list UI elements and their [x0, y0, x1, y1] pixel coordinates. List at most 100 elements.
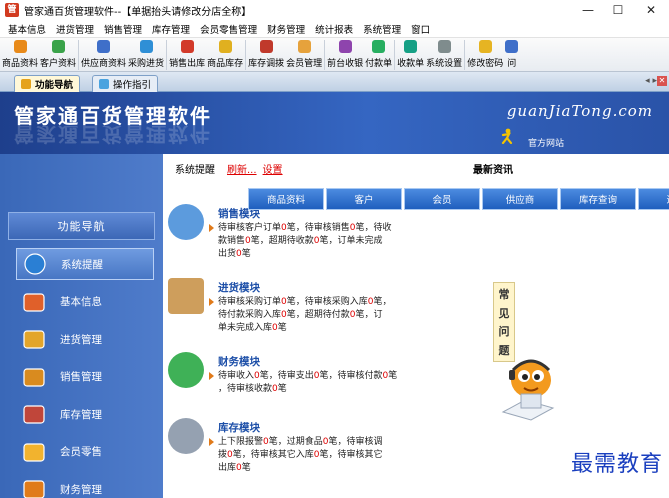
- module-text: 拨: [218, 450, 228, 460]
- faq-char: 常: [498, 288, 510, 302]
- bullet-arrow-icon: [209, 298, 214, 306]
- supplier-icon: [97, 40, 111, 53]
- menu-item[interactable]: 系统管理: [358, 22, 406, 36]
- sidebar-item[interactable]: 会员零售: [16, 436, 154, 468]
- module-text: 笔，: [373, 297, 392, 307]
- module-text: 款销售: [218, 236, 246, 246]
- toolbar-button[interactable]: 系统设置: [426, 38, 462, 69]
- news-tab[interactable]: 会员: [404, 188, 480, 210]
- toolbar-button[interactable]: 供应商资料: [81, 38, 126, 69]
- dollar-icon: [168, 352, 204, 388]
- menu-item[interactable]: 基本信息: [3, 22, 51, 36]
- toolbar-button[interactable]: 销售出库: [169, 38, 205, 69]
- toolbar-button[interactable]: 问: [505, 38, 519, 69]
- sidebar-item-label: 会员零售: [60, 446, 102, 458]
- finance-icon: [23, 480, 45, 498]
- toolbar-label: 库存调拨: [248, 59, 285, 69]
- menu-item[interactable]: 进货管理: [51, 22, 99, 36]
- news-tab[interactable]: 供应商: [482, 188, 558, 210]
- module-text: 笔，待审核调: [328, 437, 383, 447]
- status-module: 进货模块 待审核采购订单0笔，待审核采购入库0笔， 待付款采购入库0笔，超期待付款0…: [168, 278, 468, 335]
- module-line: 出货0笔: [218, 248, 468, 261]
- toolbar: 商品资料 客户资料 供应商资料 采购进货 销售出库 商品库存 库存调拨 会员管理 前台收银 付款单…: [0, 38, 669, 72]
- database-icon: [168, 418, 204, 454]
- module-text: 待审核客户订单: [218, 223, 282, 233]
- nav-star-icon: [21, 79, 31, 89]
- module-text: 笔，待审支出: [259, 371, 314, 381]
- sales-out-icon: [180, 40, 194, 53]
- toolbar-label: 采购进货: [128, 59, 165, 69]
- toolbar-label: 系统设置: [426, 59, 463, 69]
- sidebar-item[interactable]: 基本信息: [16, 286, 154, 318]
- close-button[interactable]: ✕: [636, 0, 666, 20]
- menu-item[interactable]: 库存管理: [147, 22, 195, 36]
- minimize-button[interactable]: —: [573, 0, 603, 20]
- bullet-arrow-icon: [209, 224, 214, 232]
- sales-box-icon: [23, 367, 45, 387]
- menu-item[interactable]: 会员零售管理: [195, 22, 262, 36]
- maximize-button[interactable]: ☐: [603, 0, 633, 20]
- status-module: 财务模块 待审收入0笔，待审支出0笔，待审核付款0笔 ，待审核收款0笔: [168, 352, 468, 396]
- module-text: 笔，待审核其它入库: [232, 450, 314, 460]
- module-text: 笔，待审核销售: [286, 223, 350, 233]
- module-text: 笔: [241, 249, 251, 259]
- app-logo-icon: 管: [5, 3, 19, 17]
- sidebar-item[interactable]: 销售管理: [16, 361, 154, 393]
- toolbar-label: 商品资料: [2, 59, 39, 69]
- toolbar-button[interactable]: 付款单: [365, 38, 392, 69]
- refresh-link[interactable]: 刷新...: [227, 161, 257, 176]
- module-line: ，待审核收款0笔: [218, 383, 468, 396]
- status-module: 销售模块 待审核客户订单0笔，待审核销售0笔，待收 款销售0笔，超期待收款0笔，订单…: [168, 204, 468, 261]
- module-line: 待审核客户订单0笔，待审核销售0笔，待收: [209, 222, 468, 235]
- sidebar-item[interactable]: 进货管理: [16, 323, 154, 355]
- module-text: 上下限报警: [218, 437, 264, 447]
- module-text: 笔，待审核其它: [319, 450, 383, 460]
- payment-icon: [372, 40, 386, 53]
- running-figure-icon: [501, 128, 513, 144]
- news-tab[interactable]: 商品资料: [248, 188, 324, 210]
- toolbar-button[interactable]: 商品库存: [207, 38, 243, 69]
- toolbar-button[interactable]: 会员管理: [286, 38, 322, 69]
- bullet-arrow-icon: [209, 438, 214, 446]
- module-line: 出库0笔: [218, 462, 468, 475]
- official-site-link[interactable]: 官方网站: [528, 136, 564, 149]
- menu-item[interactable]: 窗口: [406, 22, 435, 36]
- toolbar-separator: [166, 40, 168, 70]
- menu-item[interactable]: 财务管理: [262, 22, 310, 36]
- module-line: 待审收入0笔，待审支出0笔，待审核付款0笔: [209, 370, 468, 383]
- sidebar-item-label: 基本信息: [60, 296, 102, 308]
- guide-icon: [99, 79, 109, 89]
- tab-function-nav[interactable]: 功能导航: [14, 75, 81, 92]
- news-title: 最新资讯: [473, 165, 513, 176]
- module-text: 笔，待审核付款: [319, 371, 383, 381]
- sidebar-item[interactable]: 库存管理: [16, 398, 154, 430]
- tab-operation-guide[interactable]: 操作指引: [92, 75, 159, 92]
- cubes-icon: [23, 292, 45, 312]
- news-tab[interactable]: 退出: [638, 188, 669, 210]
- settings-link[interactable]: 设置: [263, 161, 283, 176]
- news-tab[interactable]: 库存查询: [560, 188, 636, 210]
- module-title: 进货模块: [218, 282, 260, 294]
- toolbar-button[interactable]: 采购进货: [128, 38, 164, 69]
- faq-char: 问: [498, 325, 510, 339]
- box-icon: [168, 278, 204, 314]
- toolbar-button[interactable]: 客户资料: [40, 38, 76, 69]
- toolbar-button[interactable]: 前台收银: [327, 38, 363, 69]
- toolbar-button[interactable]: 收款单: [397, 38, 424, 69]
- title-bar: 管 管家通百货管理软件--【单据抬头请修改分店全称】 — ☐ ✕: [0, 0, 669, 20]
- toolbar-button[interactable]: 修改密码: [467, 38, 503, 69]
- tab-scroll-arrows[interactable]: ◂ ▸: [645, 76, 657, 86]
- toolbar-button[interactable]: 库存调拨: [248, 38, 284, 69]
- news-tab[interactable]: 客户: [326, 188, 402, 210]
- sidebar-item[interactable]: 财务管理: [16, 473, 154, 498]
- bullet-arrow-icon: [209, 372, 214, 380]
- module-text: ，待审核收款: [218, 384, 273, 394]
- toolbar-separator: [245, 40, 247, 70]
- menu-item[interactable]: 销售管理: [99, 22, 147, 36]
- sidebar-item[interactable]: 系统提醒: [16, 248, 154, 280]
- window-title: 管家通百货管理软件--【单据抬头请修改分店全称】: [24, 6, 252, 18]
- toolbar-button[interactable]: 商品资料: [2, 38, 38, 69]
- tab-close-icon[interactable]: ✕: [657, 76, 667, 86]
- menu-item[interactable]: 统计报表: [310, 22, 358, 36]
- module-text: 笔，待审核采购入库: [286, 297, 368, 307]
